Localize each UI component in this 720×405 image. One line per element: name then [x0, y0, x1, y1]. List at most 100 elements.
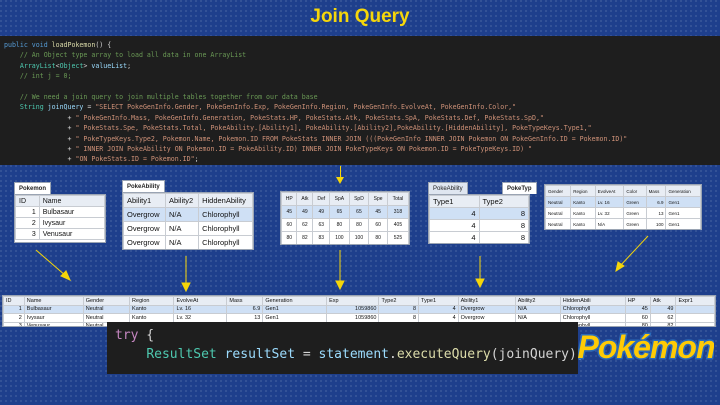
table-cell[interactable]: 65: [329, 205, 350, 219]
table-cell[interactable]: 100: [645, 218, 667, 229]
table-cell[interactable]: 2: [3, 313, 25, 323]
table-cell[interactable]: Bulbasaur: [23, 304, 84, 314]
table-cell[interactable]: 3: [3, 321, 25, 326]
column-header[interactable]: Type2: [378, 296, 420, 306]
table-row[interactable]: 48: [429, 231, 529, 243]
table-cell[interactable]: 8: [378, 313, 420, 323]
table-cell[interactable]: 4: [429, 219, 480, 232]
column-header[interactable]: Generation: [262, 296, 328, 306]
table-cell[interactable]: Neutral: [545, 218, 572, 229]
table-cell[interactable]: 49: [649, 304, 677, 314]
table-cell[interactable]: 45: [281, 205, 298, 219]
table-cell[interactable]: Lv. 32: [173, 313, 228, 323]
table-cell[interactable]: 3: [15, 228, 40, 240]
column-header[interactable]: Name: [38, 195, 105, 207]
table-row[interactable]: Neutral Kanto Lv. 32 Green 13 Gen1: [545, 207, 701, 219]
table-cell[interactable]: Chlorophyll: [198, 235, 253, 249]
table-cell[interactable]: N/A: [164, 235, 200, 249]
table-cell[interactable]: Overgrow: [457, 313, 516, 323]
table-cell[interactable]: Overgrow: [457, 304, 516, 314]
table-cell[interactable]: Ivysaur: [23, 313, 84, 323]
table-cell[interactable]: 45: [624, 304, 651, 314]
table-cell[interactable]: 6.9: [645, 196, 667, 208]
table-cell[interactable]: N/A: [514, 313, 561, 323]
table-cell[interactable]: Neutral: [82, 304, 131, 314]
column-header[interactable]: Expr1: [675, 296, 715, 306]
column-header[interactable]: Name: [23, 296, 84, 306]
column-header[interactable]: HiddenAbili: [559, 296, 626, 306]
table-cell[interactable]: 318: [386, 205, 409, 219]
table-cell[interactable]: 8: [478, 231, 529, 243]
table-cell[interactable]: 1: [15, 206, 40, 218]
column-header[interactable]: Ability1: [123, 193, 166, 208]
table-row[interactable]: Neutral Kanto N/A Green 100 Gen1: [545, 218, 701, 229]
table-cell[interactable]: 4: [418, 313, 459, 323]
column-header[interactable]: Mass: [645, 185, 667, 197]
table-cell[interactable]: 62: [296, 218, 314, 232]
table-cell[interactable]: N/A: [514, 304, 561, 314]
table-cell[interactable]: Lv. 32: [594, 207, 625, 219]
column-header[interactable]: Atk: [649, 296, 677, 306]
table-cell[interactable]: Ivysaur: [38, 217, 105, 229]
table-cell[interactable]: Green: [623, 207, 647, 219]
table-cell[interactable]: Overgrow: [123, 221, 166, 236]
table-cell[interactable]: Green: [623, 218, 647, 229]
table-cell[interactable]: 13: [645, 207, 667, 219]
table-row[interactable]: 2 Ivysaur: [15, 217, 105, 229]
table-cell[interactable]: 100: [348, 231, 370, 244]
table-cell[interactable]: Lv. 16: [173, 304, 228, 314]
table-cell[interactable]: 6.9: [226, 304, 264, 314]
column-header[interactable]: Ability2: [514, 296, 561, 306]
table-cell[interactable]: Venusaur: [23, 321, 84, 326]
tab-pokeability-2[interactable]: PokeAbility: [428, 182, 468, 194]
table-cell[interactable]: 1059860: [326, 304, 380, 314]
table-cell[interactable]: 13: [226, 313, 264, 323]
column-header[interactable]: ID: [15, 195, 40, 207]
table-cell[interactable]: 63: [312, 218, 331, 232]
table-cell[interactable]: Kanto: [129, 304, 175, 314]
column-header[interactable]: Def: [312, 192, 331, 206]
table-row[interactable]: Overgrow N/A Chlorophyll: [123, 207, 253, 222]
table-cell[interactable]: 525: [386, 231, 409, 244]
table-cell[interactable]: Neutral: [545, 196, 572, 208]
table-cell[interactable]: Lv. 16: [594, 196, 625, 208]
table-cell[interactable]: 80: [348, 218, 370, 232]
tab-poketypekeys[interactable]: PokeTyp: [502, 182, 537, 194]
column-header[interactable]: Total: [386, 192, 409, 206]
column-header[interactable]: Gender: [82, 296, 131, 306]
table-cell[interactable]: Gen1: [665, 196, 701, 208]
table-cell[interactable]: Neutral: [545, 207, 572, 219]
table-cell[interactable]: Chlorophyll: [198, 221, 253, 236]
column-header[interactable]: Type1: [418, 296, 459, 306]
table-cell[interactable]: 8: [378, 304, 420, 314]
table-cell[interactable]: 405: [386, 218, 409, 232]
column-header[interactable]: ID: [3, 296, 25, 306]
table-cell[interactable]: 80: [281, 231, 298, 244]
table-cell[interactable]: 8: [478, 207, 529, 220]
table-row[interactable]: 48: [429, 219, 529, 232]
table-cell[interactable]: Neutral: [82, 313, 131, 323]
table-cell[interactable]: Chlorophyll: [559, 304, 626, 314]
table-cell[interactable]: Kanto: [570, 196, 596, 208]
column-header[interactable]: HP: [281, 192, 298, 206]
column-header[interactable]: Color: [623, 185, 647, 197]
table-cell[interactable]: Gen1: [262, 313, 328, 323]
table-row[interactable]: 3 Venusaur: [15, 228, 105, 240]
column-header[interactable]: Ability2: [164, 193, 200, 208]
table-row[interactable]: Overgrow N/A Chlorophyll: [123, 221, 253, 236]
table-cell[interactable]: [675, 304, 715, 314]
table-cell[interactable]: 80: [329, 218, 350, 232]
column-header[interactable]: SpD: [348, 192, 370, 206]
column-header[interactable]: Gender: [545, 185, 572, 197]
table-cell[interactable]: N/A: [164, 221, 200, 236]
column-header[interactable]: Spe: [368, 192, 388, 206]
table-cell[interactable]: 1059860: [326, 313, 380, 323]
table-row[interactable]: 80 82 83 100 100 80 525: [281, 231, 409, 244]
column-header[interactable]: Type2: [478, 195, 529, 208]
column-header[interactable]: Region: [570, 185, 596, 197]
column-header[interactable]: HiddenAbility: [198, 193, 253, 208]
table-cell[interactable]: 65: [348, 205, 370, 219]
table-row[interactable]: 60 62 63 80 80 60 405: [281, 218, 409, 232]
table-cell[interactable]: Chlorophyll: [198, 207, 253, 222]
table-cell[interactable]: 49: [312, 205, 331, 219]
